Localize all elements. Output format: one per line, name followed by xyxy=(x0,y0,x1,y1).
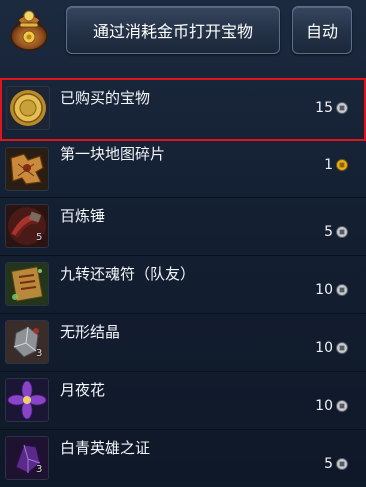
item-price: 1 xyxy=(324,157,348,173)
item-quantity: 5 xyxy=(36,232,43,243)
silver-coin-icon xyxy=(336,284,348,296)
price-value: 5 xyxy=(324,224,333,240)
silver-coin-icon xyxy=(336,102,348,114)
price-value: 1 xyxy=(324,157,333,173)
open-with-gold-button[interactable]: 通过消耗金币打开宝物 xyxy=(66,6,280,54)
list-item-hero-proof[interactable]: 3 白青英雄之证 5 xyxy=(0,430,366,487)
item-quantity: 3 xyxy=(36,464,43,475)
price-value: 15 xyxy=(315,100,333,116)
price-value: 10 xyxy=(315,340,333,356)
treasure-shop-panel: 通过消耗金币打开宝物 自动 已购买的宝物 15 第一块地图碎片 1 5 百炼锤 … xyxy=(0,0,366,481)
treasure-list: 已购买的宝物 15 第一块地图碎片 1 5 百炼锤 5 九转还魂符（队友） 10… xyxy=(0,78,366,487)
list-item-crystal[interactable]: 3 无形结晶 10 xyxy=(0,314,366,372)
price-value: 10 xyxy=(315,398,333,414)
item-name: 第一块地图碎片 xyxy=(60,145,166,163)
silver-coin-icon xyxy=(336,458,348,470)
price-value: 5 xyxy=(324,456,333,472)
silver-coin-icon xyxy=(336,226,348,238)
item-quantity: 3 xyxy=(36,348,43,359)
gold-coin-icon xyxy=(6,86,50,130)
item-name: 月夜花 xyxy=(60,381,106,399)
auto-label: 自动 xyxy=(305,22,338,41)
list-item-revival-talisman[interactable]: 九转还魂符（队友） 10 xyxy=(0,256,366,314)
hero-token-icon xyxy=(5,436,49,480)
item-price: 10 xyxy=(315,340,348,356)
silver-coin-icon xyxy=(336,400,348,412)
treasure-bag-icon[interactable] xyxy=(6,6,52,52)
moon-flower-icon xyxy=(5,378,49,422)
list-item-map-fragment[interactable]: 第一块地图碎片 1 xyxy=(0,141,366,198)
item-name: 已购买的宝物 xyxy=(60,89,151,107)
price-value: 10 xyxy=(315,282,333,298)
item-name: 百炼锤 xyxy=(60,207,106,225)
silver-coin-icon xyxy=(336,342,348,354)
item-price: 15 xyxy=(315,100,348,116)
item-price: 5 xyxy=(324,224,348,240)
open-with-gold-label: 通过消耗金币打开宝物 xyxy=(92,22,253,41)
auto-button[interactable]: 自动 xyxy=(292,6,352,54)
item-price: 5 xyxy=(324,456,348,472)
list-item-hammer[interactable]: 5 百炼锤 5 xyxy=(0,198,366,256)
list-item-moon-flower[interactable]: 月夜花 10 xyxy=(0,372,366,430)
talisman-icon xyxy=(5,262,49,306)
gold-coin-icon xyxy=(336,159,348,171)
item-name: 无形结晶 xyxy=(60,323,121,341)
item-price: 10 xyxy=(315,398,348,414)
list-item-purchased-treasure[interactable]: 已购买的宝物 15 xyxy=(0,78,366,141)
item-name: 白青英雄之证 xyxy=(60,439,151,457)
item-price: 10 xyxy=(315,282,348,298)
crystal-icon xyxy=(5,320,49,364)
hammer-icon xyxy=(5,204,49,248)
map-piece-icon xyxy=(5,147,49,191)
item-name: 九转还魂符（队友） xyxy=(60,265,196,283)
